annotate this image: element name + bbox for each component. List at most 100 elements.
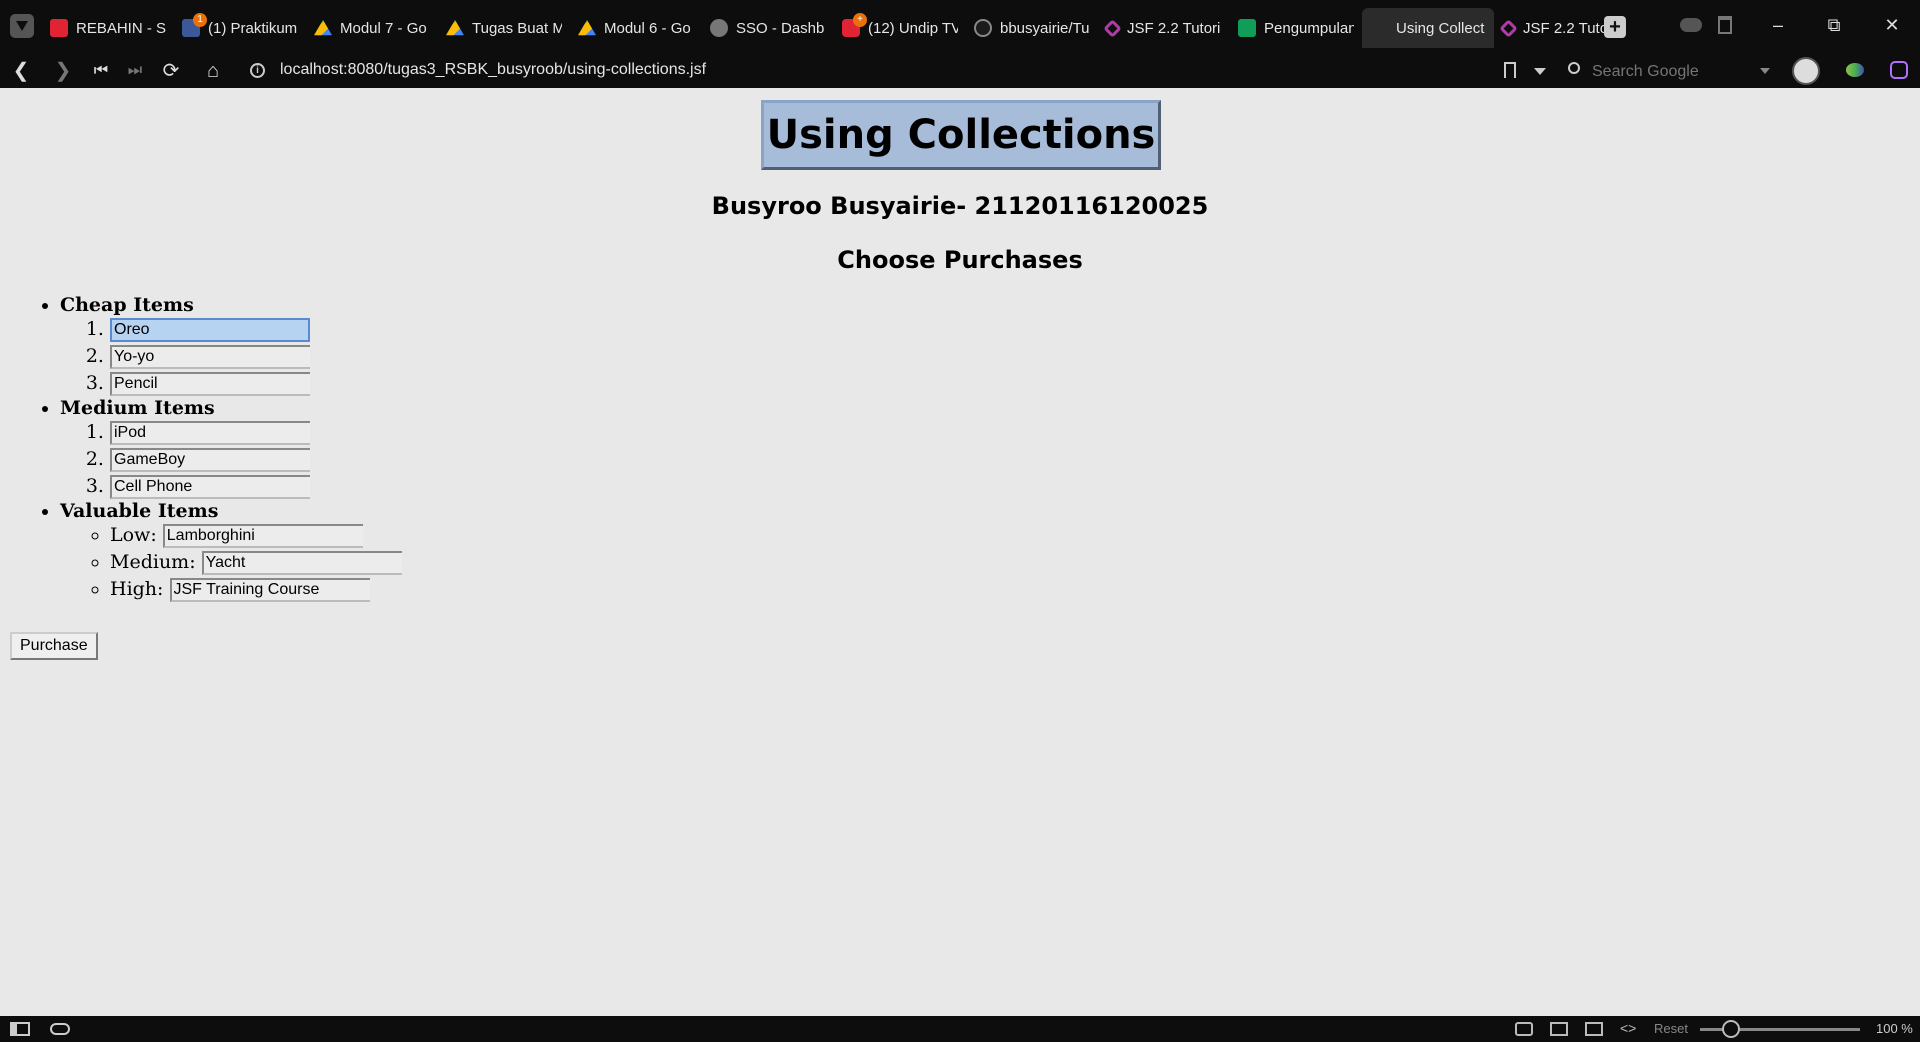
list-item: Low: bbox=[110, 522, 402, 549]
bookmark-icon[interactable] bbox=[1504, 62, 1516, 78]
low-label: Low: bbox=[110, 524, 157, 546]
tab-label: REBAHIN - Si bbox=[76, 19, 166, 37]
tab-label: Pengumpulan bbox=[1264, 19, 1354, 37]
vivaldi-menu-icon[interactable] bbox=[10, 14, 34, 38]
valuable-medium-field[interactable] bbox=[201, 551, 402, 575]
category-cheap: Cheap Items bbox=[60, 294, 402, 397]
youtube-icon: + bbox=[842, 13, 867, 37]
minimize-button[interactable]: – bbox=[1758, 10, 1798, 40]
page-content: Using Collections Busyroo Busyairie- 211… bbox=[0, 88, 1920, 1016]
tab-jsf-tutorial-1[interactable]: JSF 2.2 Tutori bbox=[1098, 8, 1230, 48]
jsf-icon bbox=[1499, 18, 1518, 38]
search-engine-dropdown-icon[interactable] bbox=[1760, 68, 1770, 74]
sync-cloud-icon[interactable] bbox=[1680, 18, 1702, 32]
tab-label: Using Collect bbox=[1396, 19, 1485, 37]
tab-praktikum[interactable]: 1 (1) Praktikum bbox=[174, 8, 306, 48]
close-window-button[interactable]: ✕ bbox=[1872, 10, 1912, 40]
cheap-item-1-field[interactable] bbox=[110, 318, 310, 342]
google-drive-icon bbox=[446, 19, 464, 36]
medium-item-2-field[interactable] bbox=[110, 448, 310, 472]
category-label: Valuable Items bbox=[60, 500, 219, 522]
zoom-reset-label[interactable]: Reset bbox=[1654, 1021, 1688, 1036]
panel-toggle-icon[interactable] bbox=[10, 1022, 30, 1036]
tab-label: Modul 6 - Go bbox=[604, 19, 691, 37]
notification-badge: + bbox=[853, 13, 867, 27]
red-play-icon bbox=[50, 19, 68, 37]
medium-item-3-field[interactable] bbox=[110, 475, 310, 499]
valuable-low-field[interactable] bbox=[162, 524, 363, 548]
image-icon[interactable] bbox=[1585, 1022, 1603, 1036]
tab-label: (12) Undip TV bbox=[868, 19, 958, 37]
extension-icon[interactable] bbox=[1846, 63, 1864, 77]
tab-modul-7[interactable]: Modul 7 - Go bbox=[306, 8, 438, 48]
back-button[interactable]: ❮ bbox=[8, 58, 34, 84]
category-valuable: Valuable Items Low: Medium: High: bbox=[60, 500, 402, 603]
purchase-form: Cheap Items Medium Items Valuable Items bbox=[0, 294, 402, 603]
item-list bbox=[60, 316, 402, 397]
chevron-down-icon[interactable] bbox=[1534, 68, 1546, 75]
category-label: Cheap Items bbox=[60, 294, 194, 316]
tab-strip: REBAHIN - Si 1 (1) Praktikum Modul 7 - G… bbox=[42, 8, 1626, 48]
search-icon bbox=[1568, 62, 1580, 74]
tab-label: Modul 7 - Go bbox=[340, 19, 427, 37]
tab-pengumpulan[interactable]: Pengumpulan bbox=[1230, 8, 1362, 48]
blank-page-icon bbox=[1370, 19, 1388, 37]
title-banner: Using Collections bbox=[761, 100, 1161, 170]
cheap-item-2-field[interactable] bbox=[110, 345, 310, 369]
search-input[interactable] bbox=[1590, 60, 1744, 84]
url-field[interactable]: localhost:8080/tugas3_RSBK_busyroob/usin… bbox=[280, 61, 706, 79]
window-icon[interactable] bbox=[1550, 1022, 1568, 1036]
instagram-icon[interactable] bbox=[1890, 61, 1908, 79]
tab-using-collections[interactable]: Using Collect bbox=[1362, 8, 1494, 48]
tab-sso[interactable]: SSO - Dashb bbox=[702, 8, 834, 48]
tab-undip-tv[interactable]: + (12) Undip TV bbox=[834, 8, 966, 48]
google-drive-icon bbox=[578, 19, 596, 36]
high-label: High: bbox=[110, 578, 164, 600]
page-actions-icon[interactable]: <> bbox=[1620, 1020, 1636, 1036]
trash-icon[interactable] bbox=[1718, 16, 1732, 34]
sso-icon bbox=[710, 19, 728, 37]
browser-tab-bar: REBAHIN - Si 1 (1) Praktikum Modul 7 - G… bbox=[0, 0, 1920, 54]
category-list: Cheap Items Medium Items Valuable Items bbox=[0, 294, 402, 603]
forward-button[interactable]: ❯ bbox=[50, 58, 76, 84]
status-bar: <> Reset 100 % bbox=[0, 1016, 1920, 1042]
new-tab-button[interactable]: + bbox=[1604, 16, 1626, 38]
medium-item-1-field[interactable] bbox=[110, 421, 310, 445]
list-item bbox=[110, 370, 402, 397]
sync-status-icon[interactable] bbox=[50, 1023, 70, 1035]
valuable-list: Low: Medium: High: bbox=[60, 522, 402, 603]
section-heading: Choose Purchases bbox=[837, 246, 1083, 274]
tab-modul-6[interactable]: Modul 6 - Go bbox=[570, 8, 702, 48]
cheap-item-3-field[interactable] bbox=[110, 372, 310, 396]
home-button[interactable]: ⌂ bbox=[200, 58, 226, 84]
rewind-button[interactable]: ⏮ bbox=[88, 58, 114, 84]
restore-button[interactable]: ⧉ bbox=[1814, 10, 1854, 40]
zoom-slider-thumb[interactable] bbox=[1722, 1020, 1740, 1038]
camera-icon[interactable] bbox=[1515, 1022, 1533, 1036]
zoom-level: 100 % bbox=[1876, 1021, 1913, 1036]
tab-label: Tugas Buat M bbox=[472, 19, 562, 37]
page-title: Using Collections bbox=[766, 112, 1156, 158]
fast-forward-button[interactable]: ⏭ bbox=[122, 58, 148, 84]
list-item: High: bbox=[110, 576, 402, 603]
notification-badge: 1 bbox=[193, 13, 207, 27]
facebook-icon: 1 bbox=[182, 13, 207, 37]
google-drive-icon bbox=[314, 19, 332, 36]
valuable-high-field[interactable] bbox=[169, 578, 370, 602]
purchase-button[interactable]: Purchase bbox=[10, 632, 98, 660]
site-info-icon[interactable]: i bbox=[250, 63, 265, 78]
tab-label: SSO - Dashb bbox=[736, 19, 825, 37]
google-sheets-icon bbox=[1238, 19, 1256, 37]
tab-label: JSF 2.2 Tutori bbox=[1127, 19, 1221, 37]
list-item bbox=[110, 473, 402, 500]
list-item bbox=[110, 316, 402, 343]
list-item bbox=[110, 343, 402, 370]
tab-tugas-buat[interactable]: Tugas Buat M bbox=[438, 8, 570, 48]
reload-button[interactable]: ⟳ bbox=[158, 58, 184, 84]
author-heading: Busyroo Busyairie- 21120116120025 bbox=[711, 192, 1209, 220]
item-list bbox=[60, 419, 402, 500]
profile-icon[interactable] bbox=[1792, 57, 1820, 85]
tab-github[interactable]: bbusyairie/Tu bbox=[966, 8, 1098, 48]
tab-rebahin[interactable]: REBAHIN - Si bbox=[42, 8, 174, 48]
list-item bbox=[110, 446, 402, 473]
